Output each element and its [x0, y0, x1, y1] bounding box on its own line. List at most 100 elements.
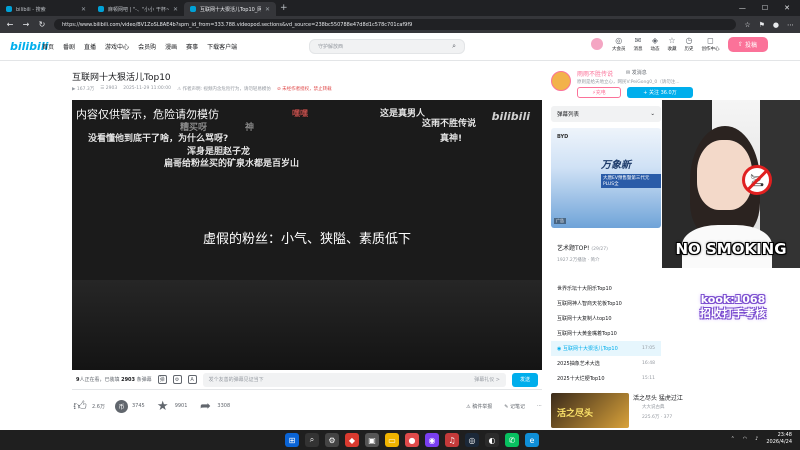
- nav-live[interactable]: 直播: [84, 42, 96, 51]
- header-history[interactable]: ◷ 历史: [685, 36, 694, 52]
- user-avatar[interactable]: [590, 37, 604, 51]
- message-icon: ✉: [634, 36, 642, 45]
- uploader-avatar[interactable]: [551, 71, 571, 91]
- app-icon[interactable]: ◐: [485, 433, 499, 447]
- note-button[interactable]: ✎ 记笔记: [504, 403, 525, 410]
- search-icon[interactable]: ⌕: [305, 433, 319, 447]
- bookmark-star-icon[interactable]: ☆: [744, 21, 750, 29]
- app-icon[interactable]: ◆: [345, 433, 359, 447]
- playlist-item[interactable]: 互联网十大复制人top10: [551, 311, 661, 326]
- wechat-icon[interactable]: ✆: [505, 433, 519, 447]
- header-favorites[interactable]: ☆ 收藏: [668, 36, 677, 52]
- send-danmaku-button[interactable]: 发送: [512, 372, 538, 387]
- steam-icon[interactable]: ◎: [465, 433, 479, 447]
- reprint-notice: ⊘ 未经作者授权，禁止转载: [276, 87, 332, 92]
- volume-icon[interactable]: ♪: [755, 436, 758, 442]
- video-player[interactable]: 内容仅供警示，危险请勿模仿 这是真男人 这雨不胜传说 真神! 没看懂他到底干了啥…: [72, 100, 542, 370]
- danmaku-settings-icon[interactable]: ⚙: [172, 375, 182, 384]
- windows-start-icon[interactable]: ⊞: [285, 433, 299, 447]
- more-icon[interactable]: ⋯: [537, 403, 542, 410]
- back-icon[interactable]: ←: [6, 20, 14, 29]
- nav-home[interactable]: 首页: [42, 42, 54, 51]
- like-button[interactable]: 👍︎ 2.6万: [72, 399, 105, 414]
- window-controls: — ☐ ✕: [739, 4, 800, 12]
- report-button[interactable]: ⚠ 稿件举报: [466, 403, 492, 410]
- header-dynamics[interactable]: ◈ 动态: [651, 36, 660, 52]
- favorite-button[interactable]: ★ 9901: [155, 399, 188, 414]
- netease-music-icon[interactable]: ♫: [445, 433, 459, 447]
- system-clock[interactable]: 23:48 2026/4/24: [766, 432, 792, 446]
- nav-esports[interactable]: 赛事: [186, 42, 198, 51]
- app-icon[interactable]: ▣: [365, 433, 379, 447]
- app-icon[interactable]: ◉: [425, 433, 439, 447]
- folder-icon[interactable]: ▭: [385, 433, 399, 447]
- reload-icon[interactable]: ↻: [38, 20, 46, 29]
- recommend-thumbnail[interactable]: 活之尽头: [551, 393, 629, 428]
- coin-button[interactable]: 币 3745: [114, 399, 145, 413]
- actions-right: ⚠ 稿件举报 ✎ 记笔记 ⋯: [466, 403, 542, 410]
- nav-game-center[interactable]: 游戏中心: [105, 42, 129, 51]
- danmaku-toggle-icon[interactable]: 弹: [157, 375, 167, 384]
- nav-anime[interactable]: 番剧: [63, 42, 75, 51]
- upload-button[interactable]: ⇧ 投稿: [727, 36, 768, 52]
- browser-tab-cafe[interactable]: 麻顿网吧 | "-、"小小 干杯~-bilibili ✕: [92, 2, 184, 16]
- profile-icon[interactable]: ●: [773, 21, 779, 29]
- danmaku-input[interactable]: 发个友善的弹幕见证当下 弹幕礼仪 >: [202, 372, 506, 387]
- nav-comic[interactable]: 漫画: [165, 42, 177, 51]
- video-scene: [72, 280, 542, 370]
- danmaku-count: ☰ 2903: [100, 86, 118, 91]
- minimize-icon[interactable]: —: [739, 4, 746, 12]
- search-input[interactable]: 守护解放西 ⌕: [309, 39, 465, 54]
- playlist-item[interactable]: 世界乐坛十大阴乐Top10: [551, 281, 661, 296]
- uploader-name[interactable]: 雨雨不胜传说: [577, 69, 613, 78]
- danmaku-style-icon[interactable]: A: [187, 375, 197, 384]
- close-tab-icon[interactable]: ✕: [81, 6, 86, 13]
- search-icon[interactable]: ⌕: [452, 42, 456, 51]
- bilibili-favicon-icon: [6, 6, 12, 12]
- playlist-item-active[interactable]: ◉ 互联网十大狠活儿Top10 17:05: [551, 341, 661, 356]
- danmaku-item: 扁哥给粉丝买的矿泉水都是百岁山: [164, 159, 300, 169]
- browser-tab-search[interactable]: bilibili - 搜索 ✕: [0, 2, 92, 16]
- header-user-area: ◎ 大会员 ✉ 消息 ◈ 动态 ☆ 收藏 ◷ 历史 ◻ 创作中心 ⇧ 投稿: [590, 36, 768, 52]
- recommend-author[interactable]: 大大说古典: [642, 404, 665, 410]
- collection-title[interactable]: 艺术题TOP! (29/27): [557, 243, 608, 252]
- close-tab-icon[interactable]: ✕: [173, 6, 178, 13]
- playlist-item[interactable]: 互联网神人智商天花板Top10: [551, 296, 661, 311]
- share-button[interactable]: ➦ 3308: [197, 399, 230, 414]
- header-creator-center[interactable]: ◻ 创作中心: [702, 36, 720, 52]
- ad-banner[interactable]: BYD 万象新 大唐EV预售暨第三代元PLUS全 广告: [551, 128, 661, 228]
- ad-slogan: 万象新: [601, 160, 631, 171]
- ad-brand: BYD: [557, 134, 569, 140]
- chevron-up-icon[interactable]: ⌃: [731, 436, 735, 442]
- close-window-icon[interactable]: ✕: [784, 4, 790, 12]
- bilibili-logo[interactable]: bilibili: [10, 40, 48, 53]
- danmaku-etiquette-link[interactable]: 弹幕礼仪 >: [474, 376, 500, 383]
- menu-icon[interactable]: ⋯: [787, 21, 794, 29]
- extensions-icon[interactable]: ⚑: [759, 21, 765, 29]
- follow-button[interactable]: + 关注 36.0万: [627, 87, 693, 98]
- close-tab-icon[interactable]: ✕: [265, 6, 270, 13]
- danmaku-item: 没看懂他到底干了啥，为什么骂呀?: [88, 134, 229, 144]
- charge-button[interactable]: ⚡ 充电: [577, 87, 621, 98]
- edge-icon[interactable]: e: [525, 433, 539, 447]
- playlist-item[interactable]: 2025十大烂梗Top10 15:11: [551, 371, 661, 386]
- bilibili-watermark: bilibili: [491, 110, 530, 123]
- browser-tab-video[interactable]: 互联网十大狠活儿Top10_网络... ✕: [184, 2, 276, 16]
- playlist-item[interactable]: 互联网十大黄金嘴着Top10: [551, 326, 661, 341]
- send-message-link[interactable]: ✉ 发消息: [626, 69, 647, 76]
- favorite-icon: ☆: [668, 36, 676, 45]
- maximize-icon[interactable]: ☐: [762, 4, 768, 12]
- url-input[interactable]: https://www.bilibili.com/video/BV1ZoSL8A…: [54, 19, 737, 30]
- new-tab-button[interactable]: +: [280, 3, 288, 13]
- wifi-icon[interactable]: ◠: [743, 436, 747, 442]
- settings-icon[interactable]: ⚙: [325, 433, 339, 447]
- header-vip[interactable]: ◎ 大会员: [612, 36, 626, 52]
- nav-shop[interactable]: 会员购: [138, 42, 156, 51]
- danmaku-list-toggle[interactable]: 弹幕列表 ⌄: [551, 106, 661, 122]
- forward-icon[interactable]: →: [22, 20, 30, 29]
- playlist-item[interactable]: 2025抽象艺术大选 16:48: [551, 356, 661, 371]
- nav-download-client[interactable]: 下载客户端: [207, 42, 237, 51]
- recommend-title[interactable]: 活之尽头 猛虎过江: [633, 393, 683, 402]
- app-icon[interactable]: ●: [405, 433, 419, 447]
- header-messages[interactable]: ✉ 消息: [634, 36, 643, 52]
